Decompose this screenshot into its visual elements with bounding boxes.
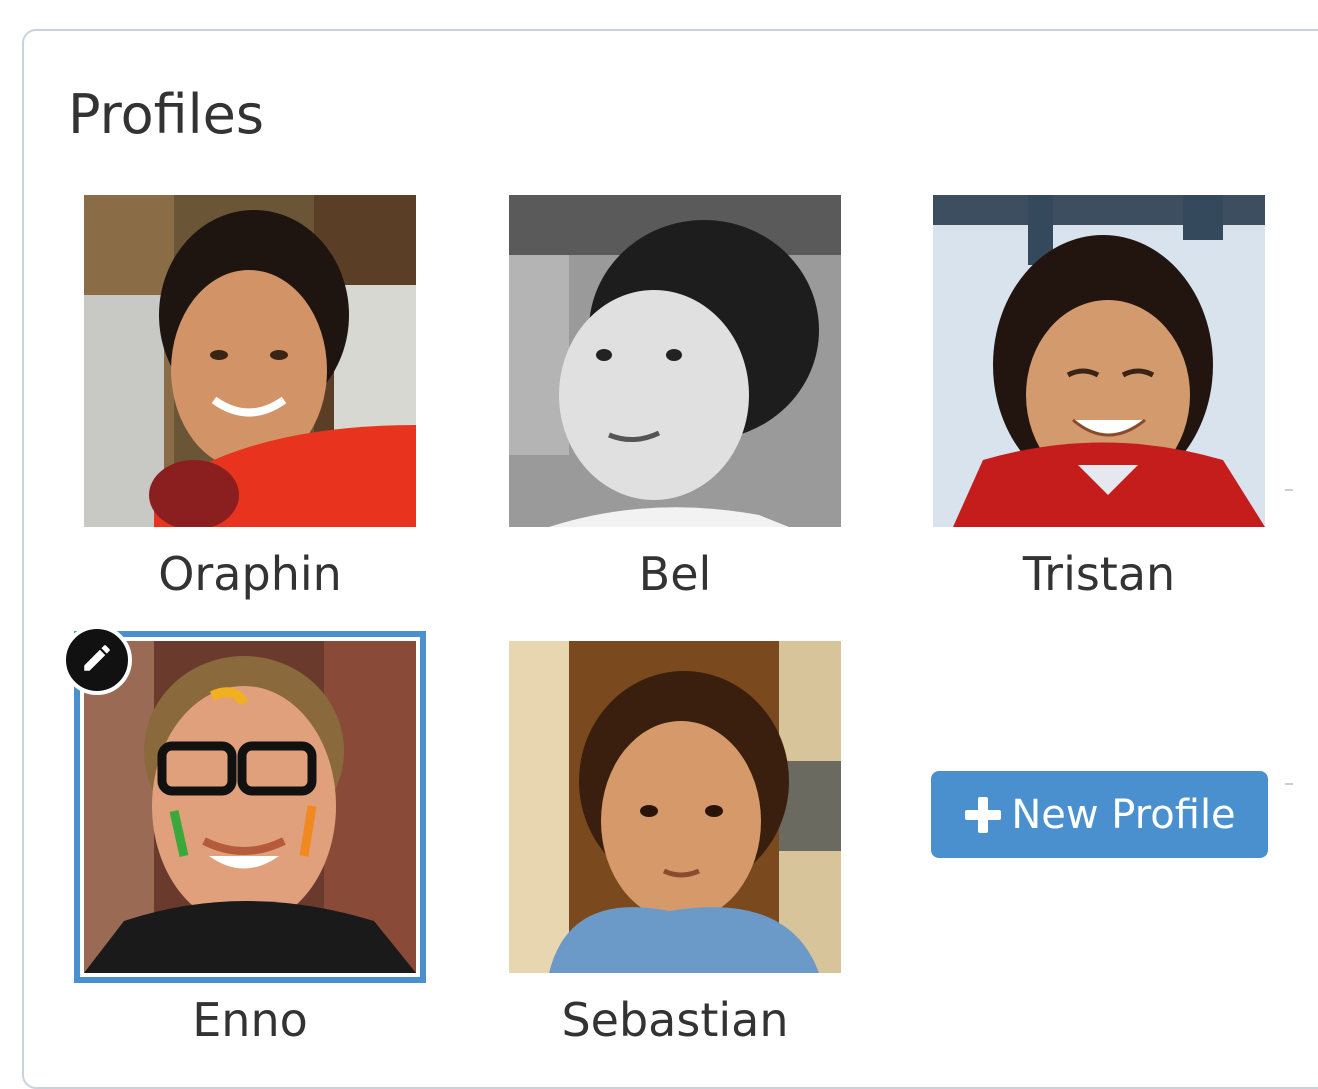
divider-tick	[1285, 489, 1293, 491]
new-profile-button[interactable]: New Profile	[931, 771, 1268, 858]
profile-photo-sebastian[interactable]	[509, 641, 841, 973]
profile-name-tristan[interactable]: Tristan	[933, 551, 1265, 597]
pencil-icon	[80, 641, 114, 679]
new-profile-label: New Profile	[1011, 791, 1236, 838]
profile-photo-oraphin[interactable]	[84, 195, 416, 527]
profile-name-sebastian[interactable]: Sebastian	[509, 997, 841, 1043]
profile-name-bel[interactable]: Bel	[509, 551, 841, 597]
profile-name-enno[interactable]: Enno	[84, 997, 416, 1043]
profile-photo-enno[interactable]	[84, 641, 416, 973]
divider-tick	[1285, 783, 1293, 785]
page-title: Profiles	[68, 83, 265, 146]
plus-icon	[963, 795, 1003, 835]
edit-profile-button[interactable]	[62, 625, 132, 695]
profile-name-oraphin[interactable]: Oraphin	[84, 551, 416, 597]
profile-photo-tristan[interactable]	[933, 195, 1265, 527]
profile-photo-bel[interactable]	[509, 195, 841, 527]
